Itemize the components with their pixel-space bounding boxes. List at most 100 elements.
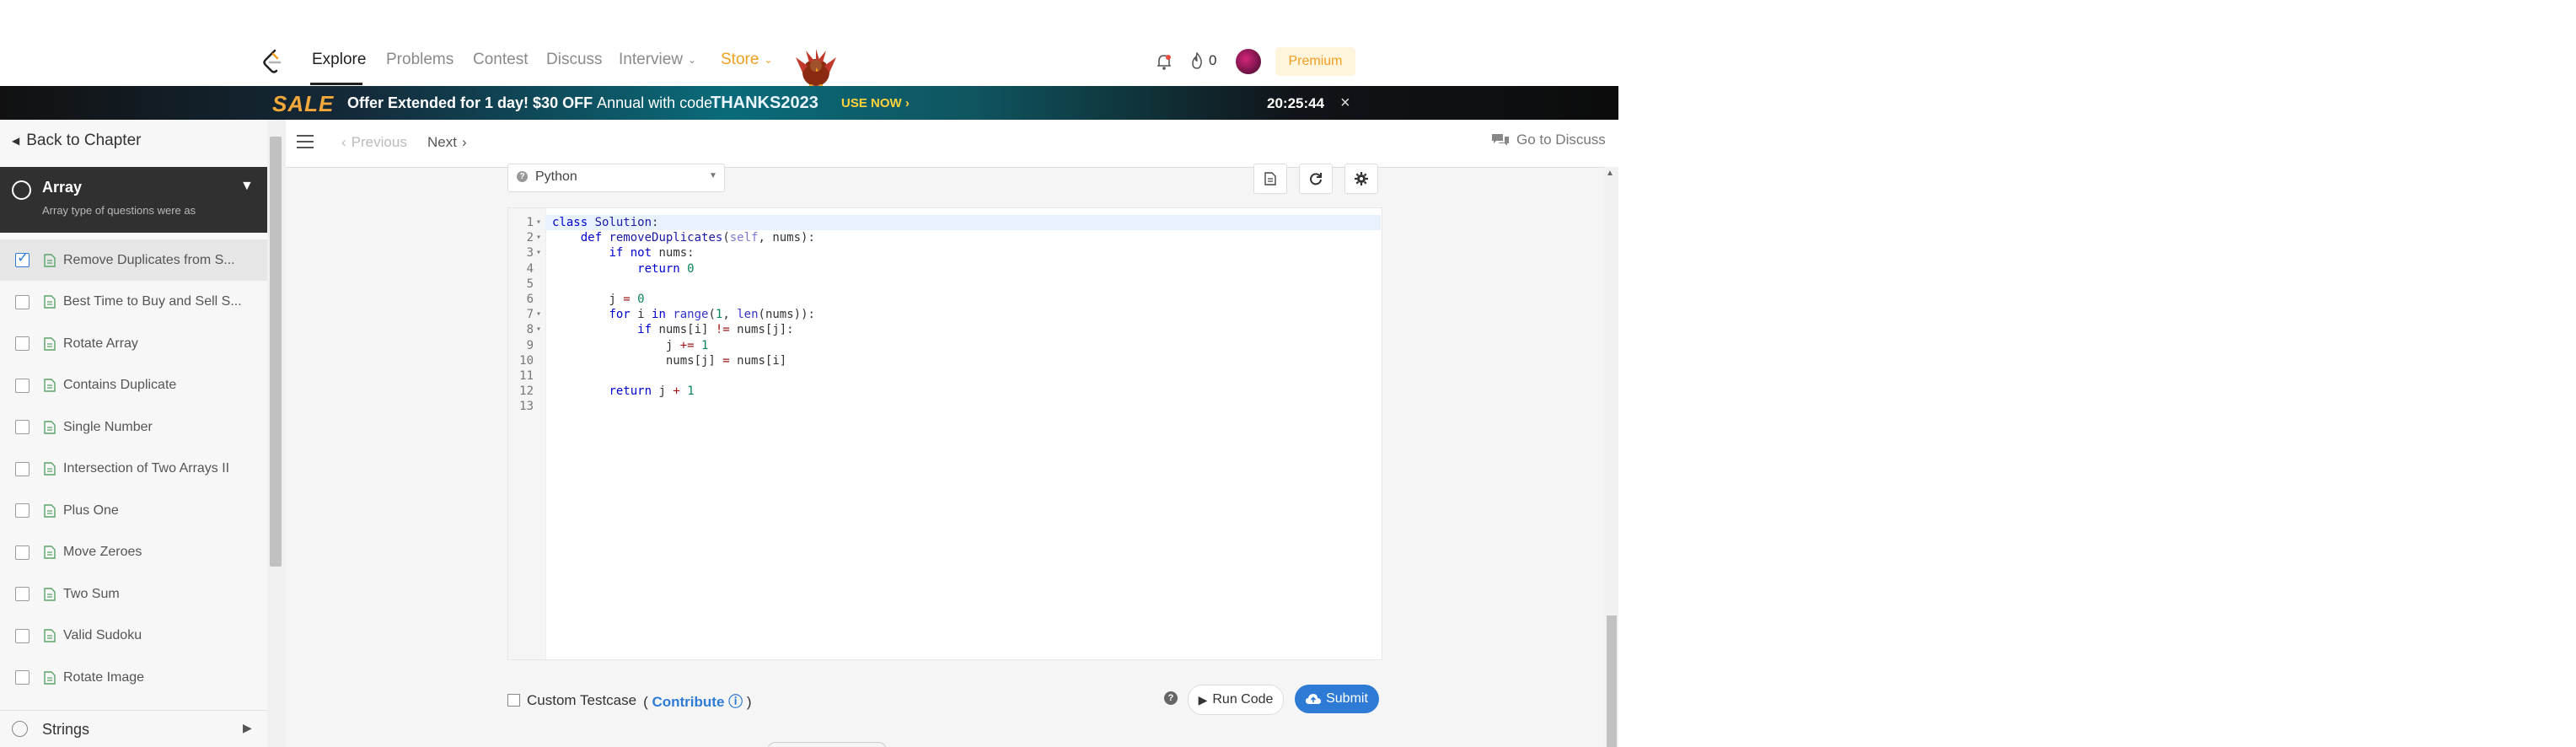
comments-icon <box>1492 134 1509 146</box>
back-to-chapter-link[interactable]: ◀ Back to Chapter <box>12 132 141 150</box>
next-button[interactable]: Next › <box>427 134 467 151</box>
sidebar-problem-item[interactable]: Move Zeroes <box>0 532 267 573</box>
nav-problems-label: Problems <box>386 51 454 68</box>
code-line[interactable]: if not nums: <box>552 245 694 261</box>
nav-explore[interactable]: Explore <box>312 51 366 69</box>
code-line[interactable]: def removeDuplicates(self, nums): <box>552 230 815 245</box>
completed-checkbox[interactable] <box>15 587 30 601</box>
document-icon <box>44 670 56 685</box>
fold-toggle-icon[interactable]: ▾ <box>536 215 545 230</box>
code-line[interactable]: for i in range(1, len(nums)): <box>552 307 815 322</box>
sidebar-scroll-thumb[interactable] <box>270 137 282 567</box>
code-editor[interactable]: 1 ▾ class Solution: 2 ▾ def removeDuplicates… <box>507 207 1382 660</box>
nav-interview[interactable]: Interview ⌄ <box>619 51 696 69</box>
chapter-strings[interactable]: Strings ▶ <box>0 710 267 747</box>
completed-checkbox[interactable] <box>15 294 30 309</box>
completed-checkbox[interactable] <box>15 670 30 685</box>
completed-checkbox[interactable] <box>15 461 30 476</box>
sidebar-problem-item[interactable]: Contains Duplicate <box>0 365 267 406</box>
submit-button[interactable]: Submit <box>1295 685 1379 713</box>
code-line[interactable]: if nums[i] != nums[j]: <box>552 322 793 337</box>
caret-left-icon: ◀ <box>12 135 20 147</box>
code-line[interactable]: class Solution: <box>552 215 658 230</box>
play-icon: ▶ <box>1198 692 1208 707</box>
language-select[interactable]: ? Python ▼ <box>507 164 725 192</box>
menu-icon[interactable] <box>296 133 314 150</box>
previous-button[interactable]: ‹ Previous <box>341 134 407 151</box>
run-code-button[interactable]: ▶ Run Code <box>1188 685 1284 715</box>
settings-button[interactable] <box>1344 164 1378 194</box>
contribute-group: ( Contribute ⓘ ) <box>643 694 752 710</box>
problem-title: Best Time to Buy and Sell S... <box>63 294 242 309</box>
problem-title: Valid Sudoku <box>63 628 142 642</box>
help-icon[interactable]: ? <box>1164 691 1178 705</box>
nav-contest[interactable]: Contest <box>473 51 528 69</box>
use-now-link[interactable]: USE NOW › <box>841 96 910 110</box>
fold-toggle-icon[interactable]: ▾ <box>536 230 545 245</box>
code-line[interactable]: return 0 <box>552 261 694 277</box>
fire-counter[interactable]: 0 <box>1190 52 1216 69</box>
scroll-up-icon[interactable]: ▲ <box>1606 169 1614 178</box>
problem-title: Rotate Image <box>63 669 145 685</box>
sidebar-problem-item[interactable]: Two Sum <box>0 573 267 615</box>
completed-checkbox[interactable] <box>15 420 30 434</box>
nav-problems[interactable]: Problems <box>386 51 453 69</box>
active-line-highlight <box>545 215 1381 230</box>
custom-testcase-checkbox[interactable] <box>507 694 520 707</box>
next-chapter-title: Strings <box>42 721 90 738</box>
completed-checkbox[interactable] <box>15 250 30 267</box>
custom-testcase-toggle[interactable]: Custom Testcase ( Contribute ⓘ ) <box>507 690 752 711</box>
nav-discuss[interactable]: Discuss <box>546 51 603 69</box>
sidebar-problem-item[interactable]: Best Time to Buy and Sell S... <box>0 282 267 323</box>
completed-checkbox[interactable] <box>15 628 30 643</box>
logo-icon[interactable] <box>261 49 283 74</box>
submit-label: Submit <box>1326 691 1368 706</box>
sidebar-problem-item[interactable]: Remove Duplicates from S... <box>0 239 267 281</box>
completed-checkbox[interactable] <box>15 545 30 560</box>
caret-down-icon: ▼ <box>240 179 254 193</box>
line-number: 5 <box>526 277 534 291</box>
nav-active-underline <box>310 83 362 85</box>
line-number: 1 <box>526 216 534 229</box>
sidebar-problem-item[interactable]: Single Number <box>0 406 267 448</box>
completed-checkbox[interactable] <box>15 503 30 518</box>
nav-contest-label: Contest <box>473 51 529 68</box>
code-line[interactable]: nums[j] = nums[i] <box>552 353 786 368</box>
close-icon[interactable]: × <box>1340 94 1350 113</box>
countdown-timer: 20:25:44 <box>1267 95 1325 111</box>
fold-toggle-icon[interactable]: ▾ <box>536 322 545 337</box>
code-line[interactable]: return j + 1 <box>552 384 694 399</box>
problem-title: Plus One <box>63 502 119 518</box>
main-panel: ‹ Previous Next › Go to Discuss ? Python ▼… <box>286 120 1618 747</box>
contribute-link[interactable]: Contribute <box>652 694 724 710</box>
completed-checkbox[interactable] <box>15 336 30 351</box>
bell-icon[interactable] <box>1155 52 1173 71</box>
sidebar-problem-item[interactable]: Valid Sudoku <box>0 615 267 657</box>
offer-light: Annual with code <box>597 94 713 111</box>
refresh-icon <box>1310 173 1322 185</box>
go-to-discuss-link[interactable]: Go to Discuss <box>1491 132 1606 148</box>
reset-button[interactable] <box>1299 164 1333 194</box>
main-scroll-thumb[interactable] <box>1607 615 1617 747</box>
notes-button[interactable] <box>1253 164 1287 194</box>
sidebar-problem-item[interactable]: Plus One <box>0 490 267 531</box>
chapter-header[interactable]: Array Array type of questions were as ▼ <box>0 167 267 233</box>
console-toggle[interactable] <box>767 742 887 747</box>
code-line[interactable]: j += 1 <box>552 338 709 353</box>
chevron-right-icon: › <box>461 134 467 150</box>
language-value: Python <box>535 169 577 184</box>
avatar[interactable] <box>1236 49 1261 74</box>
fold-toggle-icon[interactable]: ▾ <box>536 307 545 322</box>
document-icon <box>44 253 56 267</box>
premium-button[interactable]: Premium <box>1275 47 1355 76</box>
nav-store[interactable]: Store ⌄ <box>721 51 772 69</box>
line-number: 9 <box>526 338 534 352</box>
sidebar-problem-item[interactable]: Rotate Image <box>0 657 267 698</box>
code-line[interactable]: j = 0 <box>552 292 644 307</box>
promo-banner[interactable]: SALE Offer Extended for 1 day! $30 OFF A… <box>0 86 1618 120</box>
document-icon <box>44 629 56 642</box>
fold-toggle-icon[interactable]: ▾ <box>536 245 545 261</box>
completed-checkbox[interactable] <box>15 378 30 393</box>
sidebar-problem-item[interactable]: Rotate Array <box>0 323 267 364</box>
sidebar-problem-item[interactable]: Intersection of Two Arrays II <box>0 449 267 490</box>
